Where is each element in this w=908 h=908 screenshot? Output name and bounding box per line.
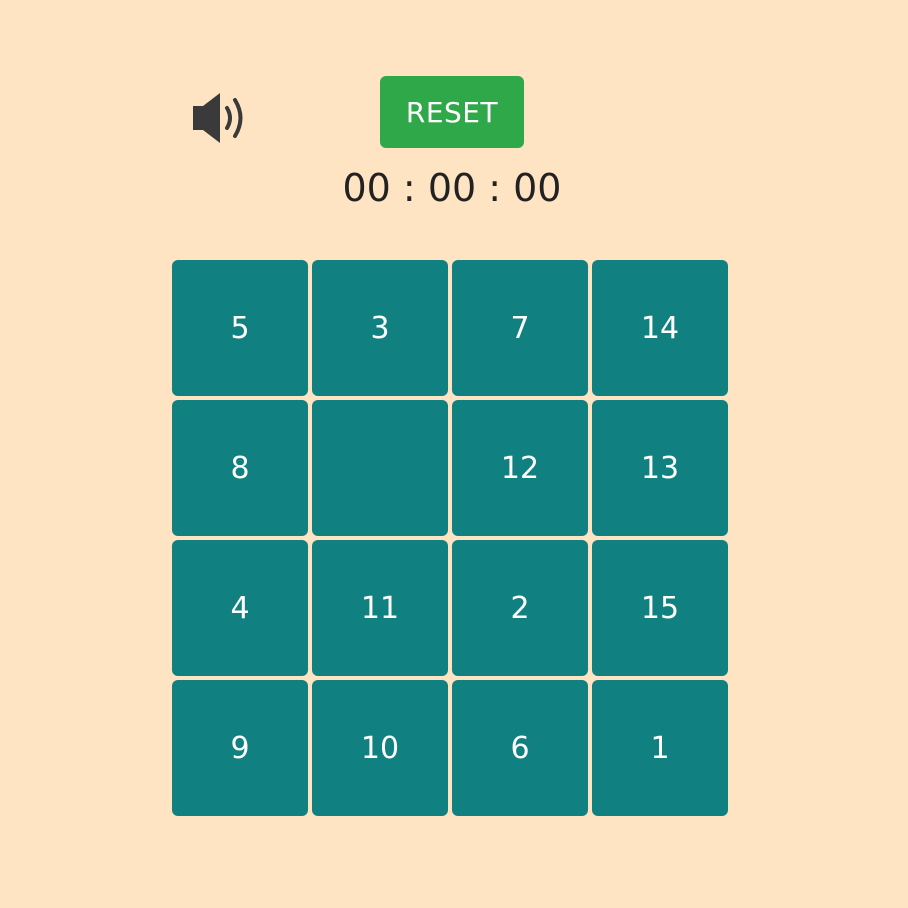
sound-toggle-icon[interactable] — [190, 90, 250, 146]
puzzle-tile[interactable]: 10 — [312, 680, 448, 816]
puzzle-tile[interactable]: 6 — [452, 680, 588, 816]
puzzle-tile[interactable]: 7 — [452, 260, 588, 396]
puzzle-tile[interactable]: 9 — [172, 680, 308, 816]
puzzle-tile[interactable]: 14 — [592, 260, 728, 396]
timer-display: 00 : 00 : 00 — [342, 166, 562, 210]
puzzle-tile[interactable]: 15 — [592, 540, 728, 676]
reset-button[interactable]: RESET — [380, 76, 524, 148]
puzzle-tile[interactable]: 8 — [172, 400, 308, 536]
puzzle-tile[interactable]: 4 — [172, 540, 308, 676]
puzzle-tile[interactable]: 13 — [592, 400, 728, 536]
puzzle-tile[interactable]: 12 — [452, 400, 588, 536]
puzzle-tile[interactable]: 5 — [172, 260, 308, 396]
puzzle-tile[interactable]: 11 — [312, 540, 448, 676]
puzzle-tile[interactable]: 1 — [592, 680, 728, 816]
puzzle-tile[interactable]: 2 — [452, 540, 588, 676]
puzzle-board: 5 3 7 14 8 12 13 4 11 2 15 9 10 6 1 — [172, 260, 728, 816]
puzzle-tile-blank[interactable] — [312, 400, 448, 536]
puzzle-tile[interactable]: 3 — [312, 260, 448, 396]
